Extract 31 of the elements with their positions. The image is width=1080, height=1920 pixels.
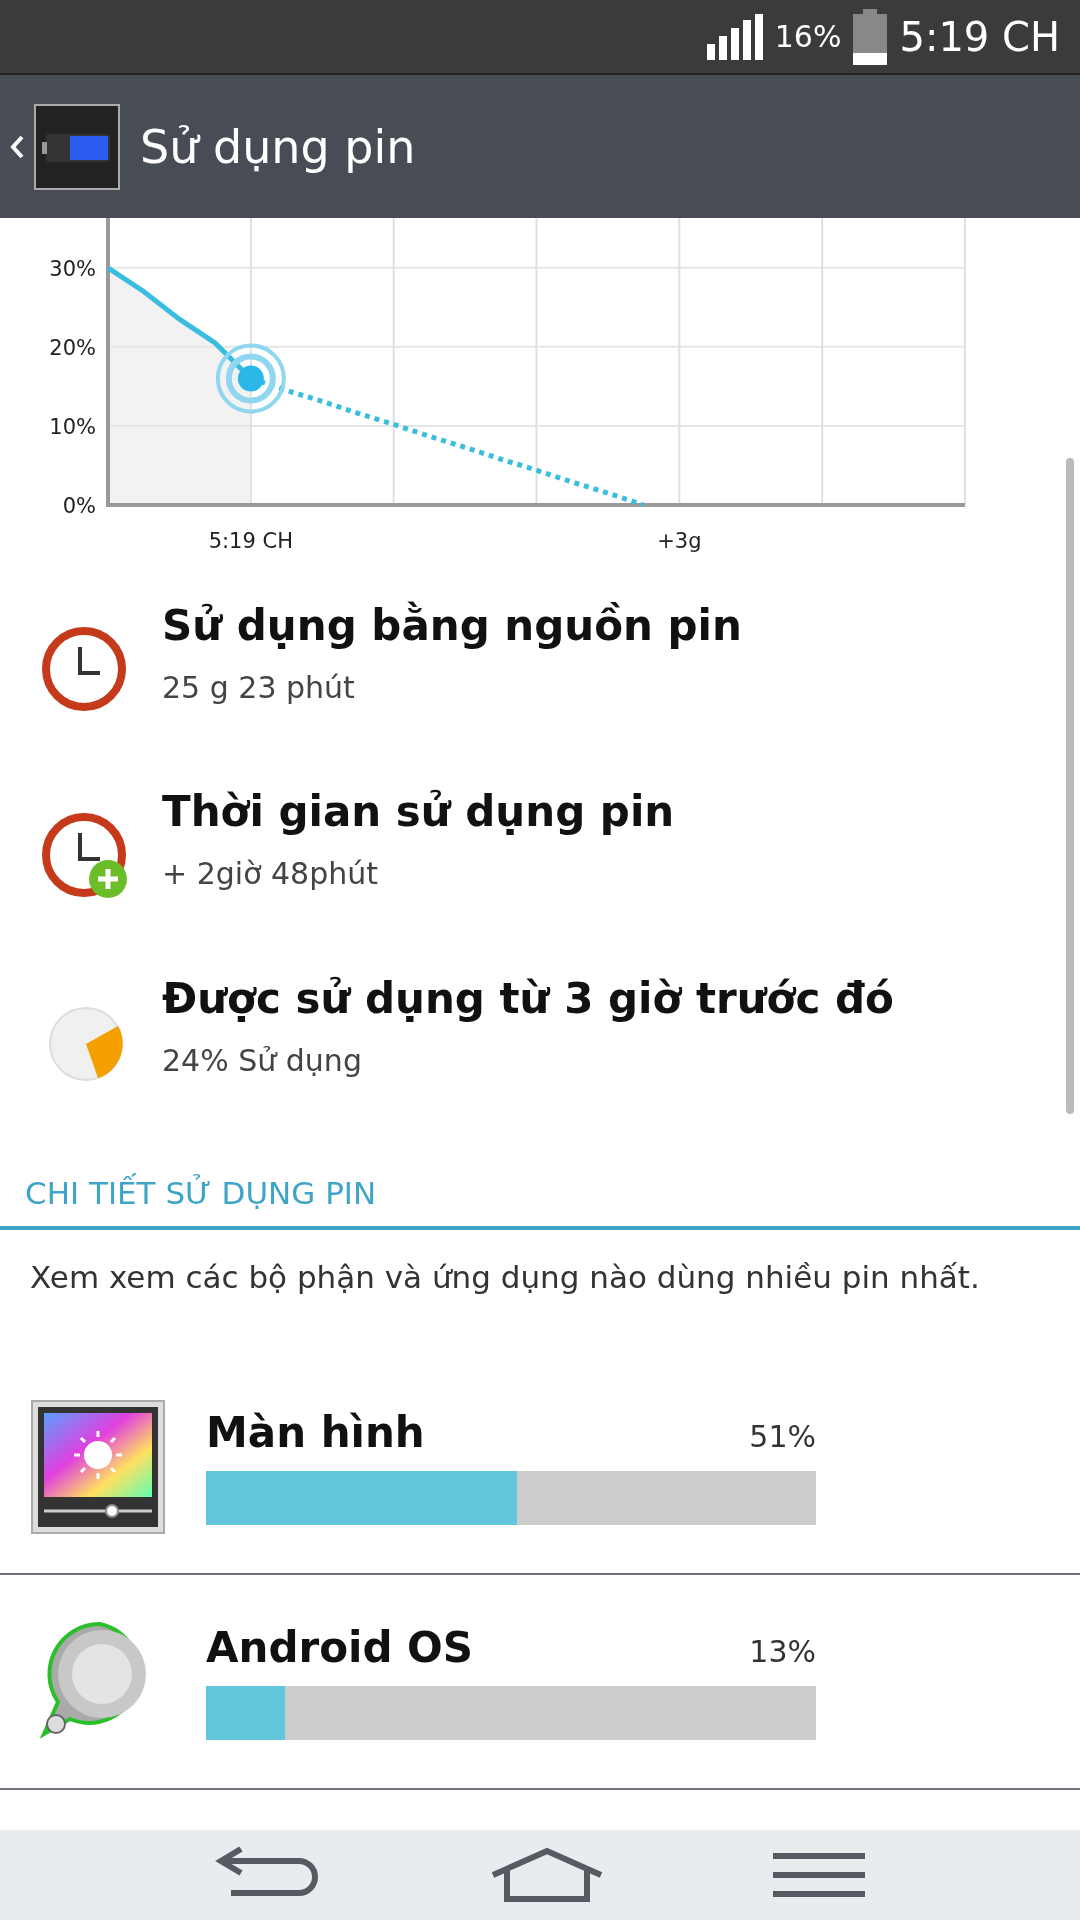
section-header: CHI TIẾT SỬ DỤNG PIN (25, 1175, 377, 1211)
back-icon[interactable] (10, 134, 24, 159)
summary-title: Thời gian sử dụng pin (162, 787, 675, 837)
axis-tick-label: 0% (62, 494, 96, 518)
axis-tick-label: 5:19 CH (208, 529, 293, 553)
axis-tick-label: +3g (657, 529, 702, 553)
summary-title: Sử dụng bằng nguồn pin (162, 601, 742, 650)
screen-title: Sử dụng pin (140, 119, 416, 174)
usage-percent: 13% (749, 1634, 816, 1669)
summary-value: 24% Sử dụng (162, 1042, 363, 1078)
display-brightness-icon (30, 1398, 166, 1535)
axis-tick-label: 20% (49, 335, 96, 360)
summary-title: Được sử dụng từ 3 giờ trước đó (162, 973, 894, 1023)
status-time: 5:19 CH (899, 13, 1060, 60)
section-description: Xem xem các bộ phận và ứng dụng nào dùng nhiều pin nhất. (29, 1258, 981, 1297)
app-usage-item[interactable]: Màn hình 51% (0, 1360, 1080, 1575)
usage-percent: 51% (749, 1419, 816, 1454)
battery-app-icon (34, 103, 120, 190)
menu-icon[interactable] (771, 1850, 867, 1900)
current-point-icon (215, 343, 286, 414)
axis-tick-label: 30% (49, 256, 96, 281)
app-name: Android OS (206, 1623, 474, 1672)
summary-value: 25 g 23 phút (162, 670, 356, 705)
battery-percent: 16% (774, 19, 842, 54)
summary-value: + 2giờ 48phút (162, 856, 380, 892)
axis-tick-label: 10% (49, 414, 96, 439)
battery-icon (853, 8, 888, 65)
app-usage-item[interactable]: Android OS 13% (0, 1575, 1080, 1790)
home-icon[interactable] (489, 1847, 605, 1903)
signal-icon (706, 13, 763, 60)
app-name: Màn hình (206, 1408, 425, 1457)
